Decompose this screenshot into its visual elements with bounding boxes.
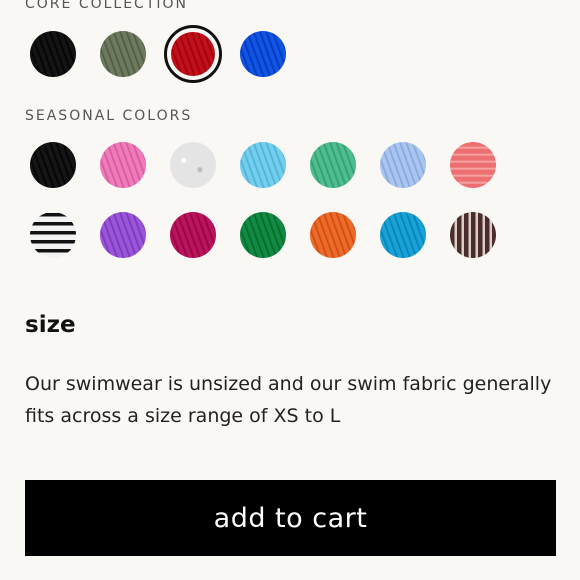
seasonal-swatch-row-1 — [0, 135, 580, 195]
core-swatch-olive[interactable] — [100, 31, 146, 77]
core-swatch-red[interactable] — [164, 25, 222, 83]
size-heading: size — [25, 312, 76, 338]
core-swatch-black[interactable] — [30, 31, 76, 77]
seasonal-swatch-pink[interactable] — [100, 142, 146, 188]
seasonal-swatch-sky[interactable] — [240, 142, 286, 188]
seasonal-swatch-black[interactable] — [30, 142, 76, 188]
seasonal-swatch-magenta[interactable] — [170, 212, 216, 258]
seasonal-swatch-white[interactable] — [170, 142, 216, 188]
size-description: Our swimwear is unsized and our swim fab… — [25, 373, 552, 427]
seasonal-swatch-turquoise[interactable] — [380, 212, 426, 258]
selected-swatch-fill — [171, 32, 215, 76]
seasonal-swatch-purple[interactable] — [100, 212, 146, 258]
seasonal-swatch-periwinkle[interactable] — [380, 142, 426, 188]
seasonal-colors-label: SEASONAL COLORS — [25, 108, 193, 124]
core-swatch-row — [0, 24, 580, 84]
seasonal-swatch-black-white-stripe[interactable] — [30, 212, 76, 258]
seasonal-swatch-mint[interactable] — [310, 142, 356, 188]
seasonal-swatch-brown-stripe[interactable] — [450, 212, 496, 258]
seasonal-swatch-coral[interactable] — [450, 142, 496, 188]
seasonal-swatch-row-2 — [0, 205, 580, 265]
core-collection-label: CORE COLLECTION — [25, 0, 189, 12]
core-swatch-blue[interactable] — [240, 31, 286, 77]
seasonal-swatch-orange[interactable] — [310, 212, 356, 258]
add-to-cart-button[interactable]: add to cart — [25, 480, 556, 556]
seasonal-swatch-green[interactable] — [240, 212, 286, 258]
